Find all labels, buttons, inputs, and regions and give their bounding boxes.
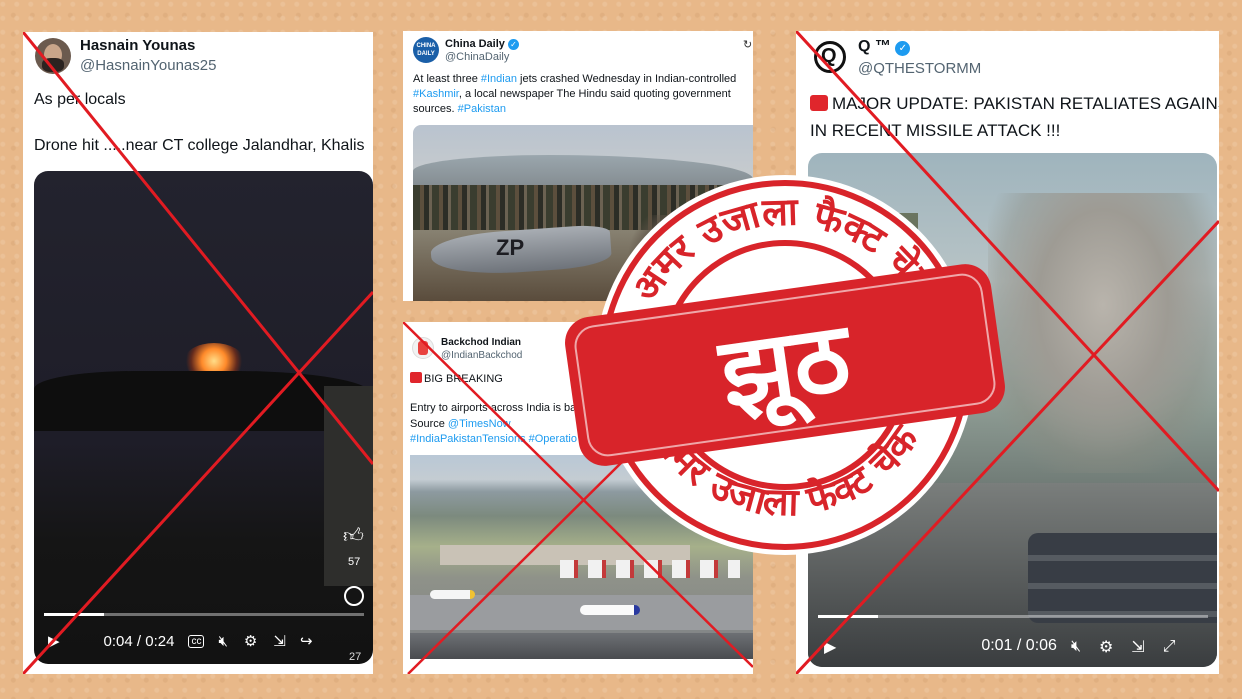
comment-icon[interactable] — [344, 586, 364, 606]
hashtag-pakistan[interactable]: #Pakistan — [458, 103, 506, 115]
parked-cars — [1028, 533, 1217, 623]
update-line-2: IN RECENT MISSILE ATTACK !!! — [810, 121, 1061, 140]
tree-line — [34, 371, 373, 431]
plane-jet — [430, 590, 475, 599]
author-name[interactable]: Backchod Indian — [441, 337, 521, 348]
plane-indigo — [580, 605, 640, 615]
tweet-source: Source @TimesNow — [410, 418, 511, 430]
siren-icon — [810, 95, 828, 111]
author-name[interactable]: Q ™ ✓ — [858, 38, 911, 56]
progress-track[interactable] — [44, 613, 364, 616]
share-count: 27 — [349, 651, 362, 663]
like-thumb-icon[interactable]: 👍︎ — [343, 523, 364, 548]
author-handle[interactable]: @ChinaDaily — [445, 51, 509, 63]
avatar[interactable]: Q — [814, 41, 846, 73]
tweet-text-line-1: As per locals — [34, 91, 126, 108]
foreground-building — [410, 633, 753, 659]
avatar[interactable] — [35, 38, 71, 74]
author-name[interactable]: China Daily ✓ — [445, 38, 519, 50]
play-icon[interactable]: ▶ — [48, 632, 60, 650]
video-player[interactable]: ▶ 0:04 / 0:24 cc 🔇︎ ⚙ ⇲ ↪ 👍︎ 57 27 — [34, 171, 373, 664]
hashtag-indian[interactable]: #Indian — [481, 73, 517, 85]
mute-icon[interactable]: 🔇︎ — [1071, 636, 1081, 656]
author-name[interactable]: Hasnain Younas — [80, 37, 195, 54]
video-time: 0:04 / 0:24 — [103, 632, 175, 650]
like-count: 57 — [348, 556, 361, 568]
source-mention[interactable]: @TimesNow — [448, 418, 511, 430]
update-line-1: MAJOR UPDATE: PAKISTAN RETALIATES AGAINS — [810, 94, 1219, 114]
mute-icon[interactable]: 🔇︎ — [218, 632, 227, 650]
refresh-icon[interactable]: ↻ — [743, 38, 752, 51]
video-controls: ▶ 0:04 / 0:24 cc 🔇︎ ⚙ ⇲ ↪ — [48, 631, 363, 651]
verified-badge-icon: ✓ — [895, 41, 911, 56]
share-arrow-icon[interactable]: ↪ — [300, 632, 313, 650]
play-icon[interactable]: ▶ — [824, 637, 836, 656]
author-handle[interactable]: @QTHESTORMM — [858, 60, 981, 77]
hashtags[interactable]: #IndiaPakistanTensions #Operatio — [410, 433, 577, 445]
settings-gear-icon[interactable]: ⚙ — [244, 632, 257, 650]
siren-icon — [410, 372, 422, 383]
china-daily-avatar[interactable]: CHINA DAILY — [413, 37, 439, 63]
fact-check-stamp: अमर उजाला फैक्ट चेक अमर उजाला फैक्ट चेक … — [560, 160, 1010, 570]
tweet-text-line-2: Drone hit .....near CT college Jalandhar… — [34, 137, 365, 154]
popout-icon[interactable]: ⇲ — [273, 632, 286, 650]
popout-icon[interactable]: ⇲ — [1131, 637, 1144, 656]
tweet-card-hasnain: Hasnain Younas @HasnainYounas25 As per l… — [23, 32, 373, 674]
progress-track[interactable] — [818, 615, 1208, 618]
settings-gear-icon[interactable]: ⚙ — [1099, 637, 1113, 656]
cc-icon[interactable]: cc — [188, 634, 205, 648]
jet-marking: ZP — [496, 235, 525, 260]
smoke-plume — [988, 193, 1217, 473]
author-handle[interactable]: @HasnainYounas25 — [80, 57, 216, 74]
video-time: 0:01 / 0:06 — [981, 637, 1057, 654]
hashtag-kashmir[interactable]: #Kashmir — [413, 88, 459, 100]
avatar[interactable] — [412, 337, 434, 359]
tweet-headline: BIG BREAKING — [410, 372, 503, 385]
video-controls: ▶ 0:01 / 0:06 🔇︎ ⚙ ⇲ ⤢ — [824, 635, 1209, 657]
tweet-text: At least three #Indian jets crashed Wedn… — [413, 73, 737, 115]
stamp-graphic: अमर उजाला फैक्ट चेक अमर उजाला फैक्ट चेक … — [565, 175, 1005, 555]
tweet-text-line-1: Entry to airports across India is ba — [410, 402, 577, 414]
fullscreen-icon[interactable]: ⤢ — [1163, 636, 1176, 656]
author-handle[interactable]: @IndianBackchod — [441, 350, 522, 361]
verified-badge-icon: ✓ — [507, 39, 519, 50]
